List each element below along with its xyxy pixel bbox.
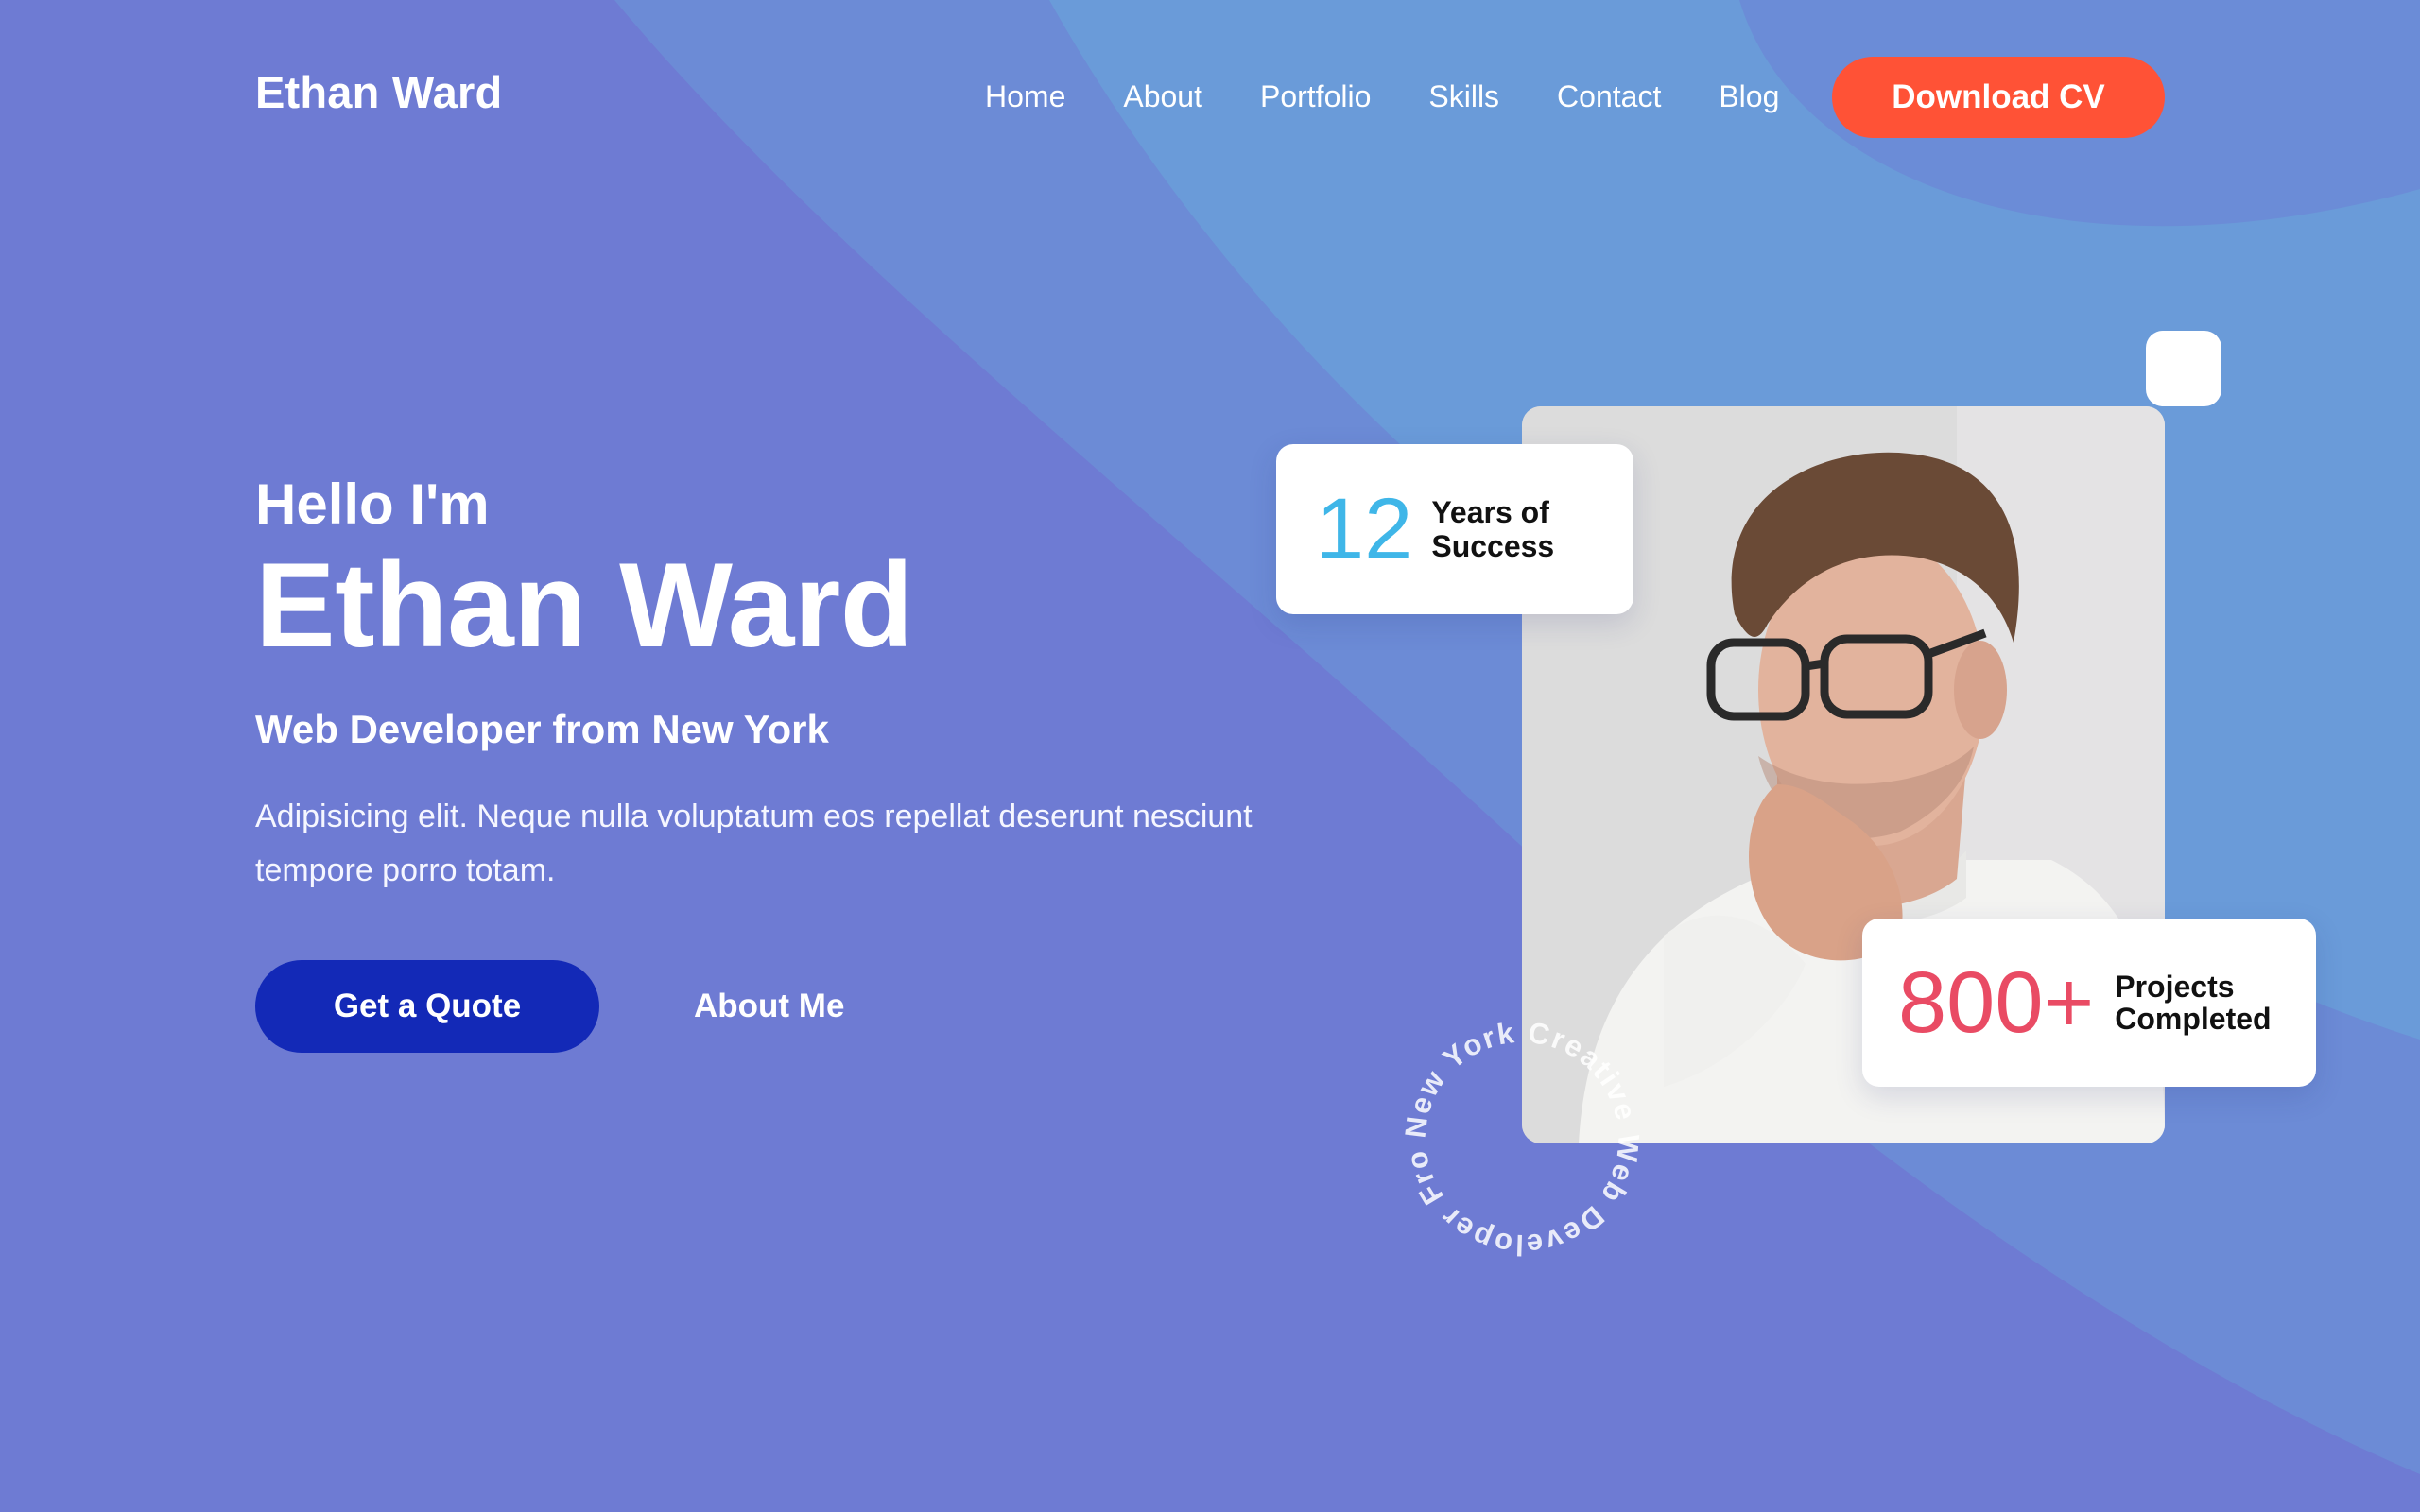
logo[interactable]: Ethan Ward (255, 66, 502, 118)
main-nav: Home About Portfolio Skills Contact Blog (985, 77, 1779, 115)
hero-greeting: Hello I'm (255, 472, 490, 536)
stat-card-projects: 800+ Projects Completed (1862, 919, 2316, 1087)
stat-years-label: Years of Success (1431, 495, 1554, 563)
circular-badge: New York Creative Web Developer From (1399, 1016, 1645, 1262)
stat-projects-label: Projects Completed (2115, 971, 2271, 1035)
nav-about[interactable]: About (1123, 77, 1202, 115)
stat-years-label-line1: Years of (1431, 495, 1549, 529)
circular-badge-text: New York Creative Web Developer From (1399, 1016, 1644, 1262)
stat-projects-number: 800+ (1898, 954, 2095, 1051)
stat-card-years: 12 Years of Success (1276, 444, 1634, 614)
stat-years-label-line2: Success (1431, 529, 1555, 563)
stat-projects-label-line1: Projects (2115, 970, 2235, 1004)
hero-section: Hello I'm Ethan Ward Web Developer from … (255, 472, 1295, 1053)
nav-portfolio[interactable]: Portfolio (1260, 77, 1371, 115)
svg-text:New York Creative Web Develope: New York Creative Web Developer From (1399, 1016, 1645, 1262)
hero-description: Adipisicing elit. Neque nulla voluptatum… (255, 799, 1253, 888)
get-quote-button[interactable]: Get a Quote (255, 960, 599, 1053)
hero-role: Web Developer from New York (255, 707, 829, 751)
nav-blog[interactable]: Blog (1719, 77, 1779, 115)
hero-name: Ethan Ward (255, 538, 913, 672)
about-me-link[interactable]: About Me (694, 988, 844, 1025)
download-cv-button[interactable]: Download CV (1832, 57, 2165, 138)
nav-contact[interactable]: Contact (1557, 77, 1661, 115)
hero-actions: Get a Quote About Me (255, 960, 1295, 1053)
stat-projects-label-line2: Completed (2115, 1002, 2272, 1036)
white-square-decoration (2146, 331, 2221, 406)
nav-home[interactable]: Home (985, 77, 1065, 115)
site-header: Ethan Ward Home About Portfolio Skills C… (0, 0, 2420, 194)
stat-years-number: 12 (1316, 481, 1413, 577)
nav-skills[interactable]: Skills (1428, 77, 1499, 115)
